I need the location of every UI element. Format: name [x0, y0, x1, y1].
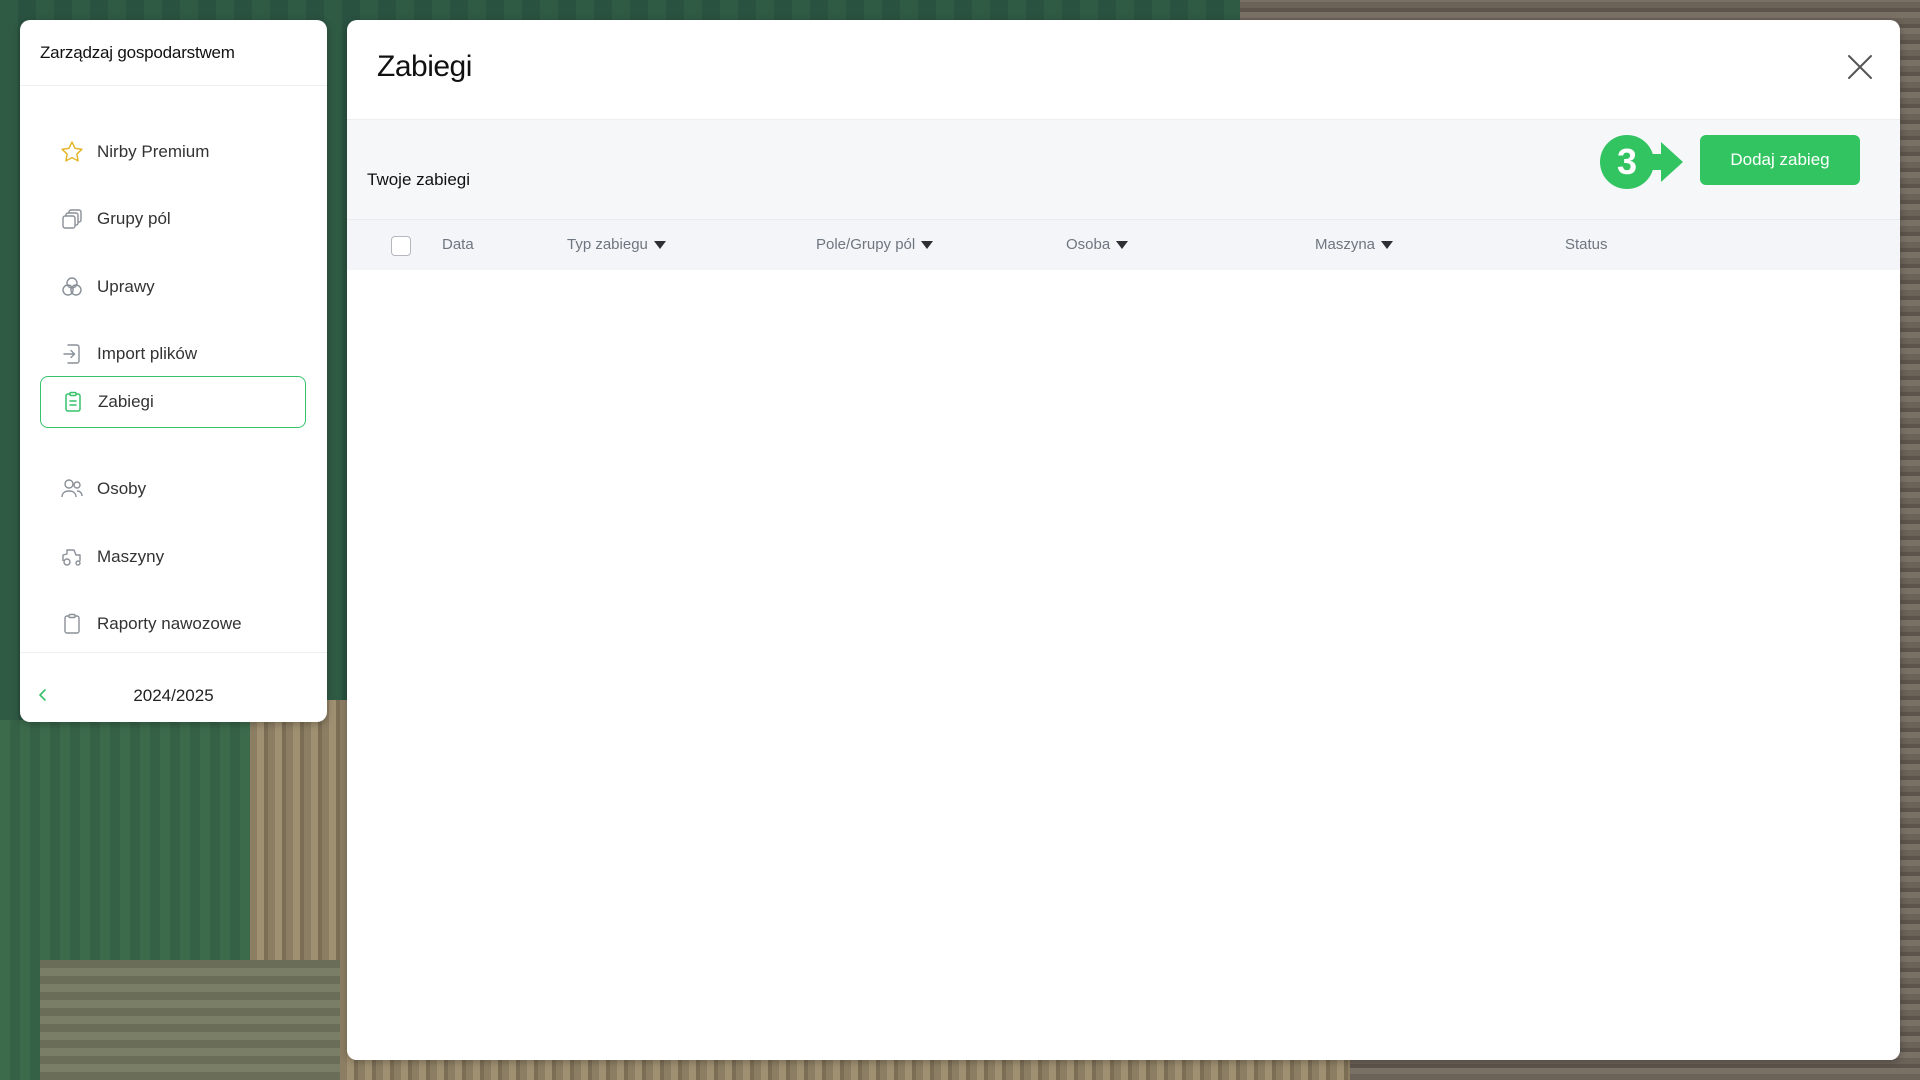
- menu-item-label: Nirby Premium: [97, 142, 210, 161]
- clipboard-list-icon: [60, 389, 86, 415]
- table-header: Data Typ zabiegu Pole/Grupy pól Osoba Ma…: [347, 219, 1900, 270]
- column-data: Data: [442, 236, 474, 253]
- column-status: Status: [1565, 236, 1608, 253]
- menu-item-label: Osoby: [97, 479, 147, 498]
- page-title: Zabiegi: [377, 50, 472, 83]
- column-pole-grupy-pol[interactable]: Pole/Grupy pól: [816, 236, 934, 253]
- menu-item-label: Maszyny: [97, 547, 165, 566]
- column-maszyna[interactable]: Maszyna: [1315, 236, 1394, 253]
- table-body: [347, 270, 1900, 1060]
- section-title: Twoje zabiegi: [367, 170, 471, 189]
- menu-item-grupy-pol[interactable]: Grupy pól: [40, 193, 306, 245]
- menu-item-nirby-premium[interactable]: Nirby Premium: [40, 126, 306, 178]
- column-typ-zabiegu[interactable]: Typ zabiegu: [567, 236, 666, 253]
- caret-down-icon: [921, 240, 934, 249]
- tractor-icon: [59, 544, 85, 570]
- menu-item-uprawy[interactable]: Uprawy: [40, 261, 306, 313]
- people-icon: [59, 476, 85, 502]
- menu-item-label: Zabiegi: [98, 392, 154, 411]
- column-osoba[interactable]: Osoba: [1066, 236, 1129, 253]
- star-icon: [59, 139, 85, 165]
- treatments-panel: Zabiegi Twoje zabiegi 3 Dodaj zabieg Dat…: [347, 20, 1900, 1060]
- close-icon[interactable]: [1846, 53, 1874, 81]
- menu-item-label: Raporty nawozowe: [97, 614, 242, 633]
- menu-item-zabiegi[interactable]: Zabiegi: [40, 376, 306, 428]
- menu-item-label: Import plików: [97, 344, 198, 363]
- menu-item-label: Grupy pól: [97, 209, 171, 228]
- crops-icon: [59, 274, 85, 300]
- menu-item-raporty-nawozowe[interactable]: Raporty nawozowe: [40, 598, 306, 650]
- season-label: 2024/2025: [133, 686, 214, 705]
- add-treatment-button[interactable]: Dodaj zabieg: [1700, 135, 1860, 185]
- caret-down-icon: [1116, 240, 1129, 249]
- season-selector: 2024/2025: [20, 682, 327, 712]
- select-all-checkbox[interactable]: [391, 236, 411, 256]
- divider: [20, 652, 327, 653]
- layers-icon: [59, 206, 85, 232]
- panel-title: Zarządzaj gospodarstwem: [40, 43, 235, 62]
- farm-management-panel: Zarządzaj gospodarstwem Nirby Premium Gr…: [20, 20, 327, 722]
- menu-item-import-plikow[interactable]: Import plików: [40, 328, 306, 380]
- import-icon: [59, 341, 85, 367]
- menu-item-maszyny[interactable]: Maszyny: [40, 531, 306, 583]
- clipboard-icon: [59, 611, 85, 637]
- divider: [20, 85, 327, 86]
- caret-down-icon: [1381, 240, 1394, 249]
- menu-item-label: Uprawy: [97, 277, 155, 296]
- menu-item-osoby[interactable]: Osoby: [40, 463, 306, 515]
- step-number: 3: [1617, 141, 1637, 182]
- caret-down-icon: [653, 240, 666, 249]
- step-badge: 3: [1599, 134, 1689, 190]
